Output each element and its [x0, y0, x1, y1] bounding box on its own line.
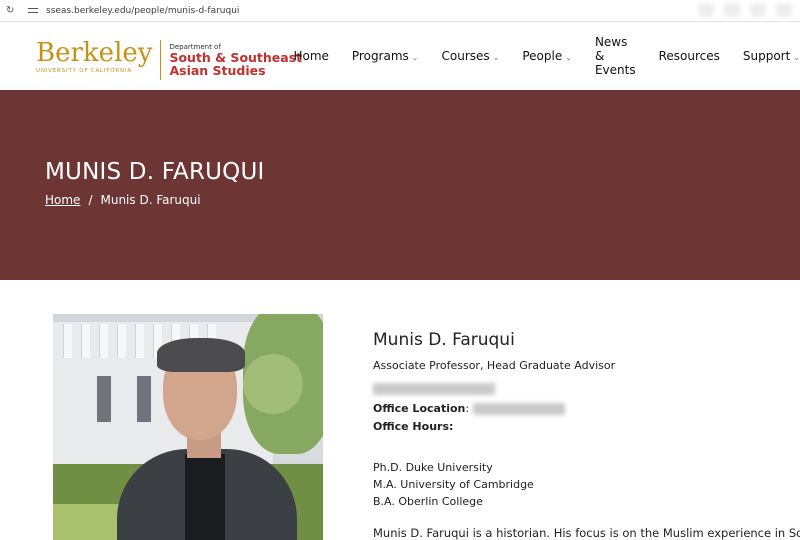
breadcrumb-current: Munis D. Faruqui: [100, 193, 201, 207]
berkeley-wordmark: Berkeley UNIVERSITY OF CALIFORNIA: [36, 40, 152, 80]
berkeley-text: Berkeley: [36, 38, 153, 68]
breadcrumb-home-link[interactable]: Home: [45, 193, 80, 207]
url-text[interactable]: sseas.berkeley.edu/people/munis-d-faruqu…: [46, 6, 239, 16]
university-text: UNIVERSITY OF CALIFORNIA: [36, 68, 132, 74]
office-location-label: Office Location: [373, 402, 466, 415]
nav-home[interactable]: Home: [293, 49, 328, 63]
person-name: Munis D. Faruqui: [373, 330, 515, 350]
nav-news-events[interactable]: News & Events: [595, 35, 636, 77]
nav-people-label: People: [522, 49, 563, 63]
office-hours-row: Office Hours:: [373, 420, 800, 433]
nav-courses[interactable]: Courses ⌄: [442, 49, 500, 63]
department-name: Department of South & Southeast Asian St…: [169, 40, 302, 80]
office-location-separator: :: [465, 402, 470, 415]
nav-people[interactable]: People ⌄: [522, 49, 572, 63]
browser-address-bar[interactable]: ↻ sseas.berkeley.edu/people/munis-d-faru…: [0, 0, 800, 22]
breadcrumb: Home / Munis D. Faruqui: [45, 193, 201, 207]
nav-programs-label: Programs: [351, 49, 409, 63]
degree-item: B.A. Oberlin College: [373, 495, 483, 508]
nav-courses-label: Courses: [441, 49, 490, 63]
breadcrumb-separator: /: [88, 193, 93, 207]
degree-item: Ph.D. Duke University: [373, 461, 493, 474]
office-location-row: Office Location:: [373, 402, 800, 415]
nav-resources[interactable]: Resources: [659, 49, 720, 63]
browser-extension-icons: [698, 3, 792, 17]
site-settings-icon[interactable]: [28, 7, 38, 15]
profile-info: Munis D. Faruqui Associate Professor, He…: [373, 330, 800, 433]
page-title: MUNIS D. FARUQUI: [45, 159, 265, 185]
nav-resources-label: Resources: [658, 49, 720, 63]
main-nav: Home Programs ⌄ Courses ⌄ People ⌄ News & E…: [293, 22, 800, 90]
logo-divider: [160, 40, 162, 80]
nav-home-label: Home: [293, 49, 329, 63]
chevron-down-icon: ⌄: [492, 53, 500, 62]
department-line2: Asian Studies: [169, 63, 266, 78]
nav-programs[interactable]: Programs ⌄: [352, 49, 419, 63]
person-position: Associate Professor, Head Graduate Advis…: [373, 359, 616, 372]
page-hero: MUNIS D. FARUQUI Home / Munis D. Faruqui: [0, 90, 800, 280]
chevron-down-icon: ⌄: [793, 53, 800, 62]
nav-news-events-label: News & Events: [594, 35, 636, 77]
degrees-list: Ph.D. Duke University M.A. University of…: [373, 459, 534, 510]
reload-icon[interactable]: ↻: [6, 5, 16, 16]
office-hours-label: Office Hours:: [373, 420, 454, 433]
bio-text: Munis D. Faruqui is a historian. His foc…: [373, 526, 800, 540]
degree-item: M.A. University of Cambridge: [373, 478, 534, 491]
redacted-email: [373, 378, 800, 397]
nav-support[interactable]: Support ⌄: [743, 49, 800, 63]
chevron-down-icon: ⌄: [565, 53, 572, 62]
redacted-office-location: [472, 403, 565, 415]
nav-support-label: Support: [742, 49, 791, 63]
site-logo[interactable]: Berkeley UNIVERSITY OF CALIFORNIA Depart…: [36, 40, 302, 80]
chevron-down-icon: ⌄: [411, 53, 419, 62]
profile-photo: [53, 314, 323, 540]
